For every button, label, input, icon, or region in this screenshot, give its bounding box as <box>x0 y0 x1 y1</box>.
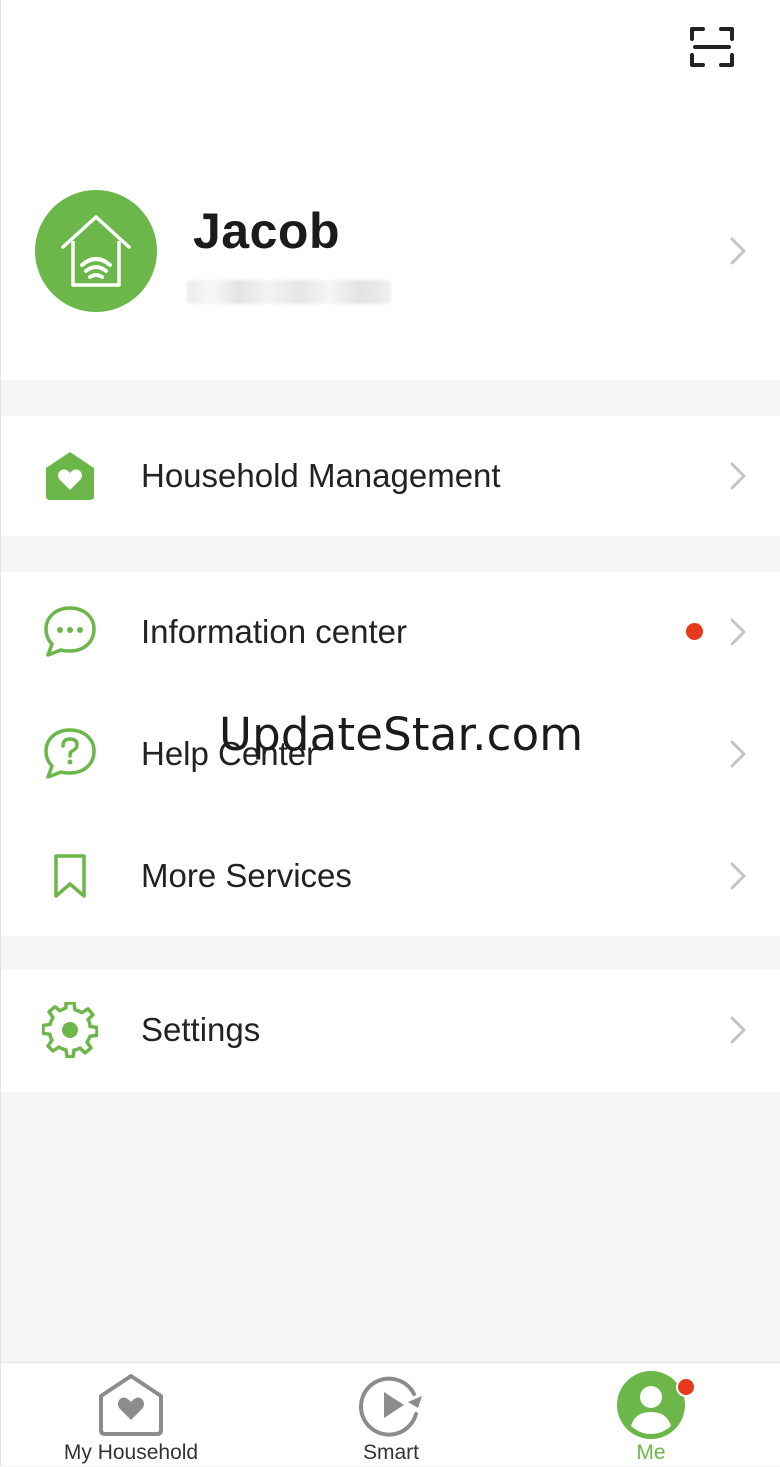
help-icon-wrap <box>41 725 99 783</box>
tab-me-badge <box>676 1377 696 1397</box>
notification-dot <box>686 623 703 640</box>
tab-my-household-label: My Household <box>63 1441 199 1464</box>
tab-me-label: Me <box>636 1441 666 1464</box>
settings-item[interactable]: Settings <box>1 970 780 1090</box>
tab-me-icon-wrap <box>615 1371 687 1439</box>
more-services-label: More Services <box>141 857 352 894</box>
question-bubble-icon <box>44 728 96 779</box>
chevron-right-icon <box>730 740 746 768</box>
more-services-item[interactable]: More Services <box>1 816 780 936</box>
bookmark-icon <box>54 854 86 898</box>
profile-name: Jacob <box>193 203 341 259</box>
settings-section: Settings <box>1 970 780 1092</box>
profile-row[interactable]: Jacob <box>1 180 780 320</box>
smart-home-icon <box>61 215 131 287</box>
scan-button[interactable] <box>685 22 739 72</box>
chevron-right-icon <box>730 1016 746 1044</box>
household-heart-icon <box>99 1374 163 1436</box>
bottom-tab-bar: My Household Smart Me <box>1 1362 780 1466</box>
profile-header: Jacob <box>1 0 780 380</box>
information-center-item[interactable]: Information center <box>1 572 780 692</box>
tab-my-household[interactable]: My Household <box>1 1363 261 1467</box>
household-section: Household Management <box>1 416 780 536</box>
user-icon <box>617 1371 685 1439</box>
gear-icon <box>42 1002 98 1058</box>
household-management-item[interactable]: Household Management <box>1 416 780 536</box>
profile-account-id-blurred <box>187 280 391 304</box>
tab-smart[interactable]: Smart <box>261 1363 521 1467</box>
chevron-right-icon <box>730 618 746 646</box>
tab-smart-icon-wrap <box>355 1371 427 1439</box>
help-center-item[interactable]: Help Center <box>1 694 780 814</box>
tab-me[interactable]: Me <box>521 1363 780 1467</box>
tab-household-icon-wrap <box>95 1371 167 1439</box>
chevron-right-icon <box>730 462 746 490</box>
avatar <box>35 190 157 312</box>
home-heart-icon <box>46 452 94 500</box>
scan-icon <box>690 27 734 67</box>
smart-play-icon <box>359 1376 422 1437</box>
information-icon-wrap <box>41 603 99 661</box>
information-center-label: Information center <box>141 613 407 650</box>
settings-label: Settings <box>141 1011 261 1048</box>
tab-smart-label: Smart <box>362 1441 419 1464</box>
chevron-right-icon <box>730 237 746 265</box>
support-section: Information center Help Center More Serv… <box>1 572 780 936</box>
chevron-right-icon <box>730 862 746 890</box>
household-icon-wrap <box>41 447 99 505</box>
settings-icon-wrap <box>41 1001 99 1059</box>
household-management-label: Household Management <box>141 457 501 494</box>
me-screen: Jacob Household Management Information c… <box>0 0 780 1466</box>
help-center-label: Help Center <box>141 735 318 772</box>
services-icon-wrap <box>41 847 99 905</box>
chat-bubble-icon <box>44 606 96 657</box>
